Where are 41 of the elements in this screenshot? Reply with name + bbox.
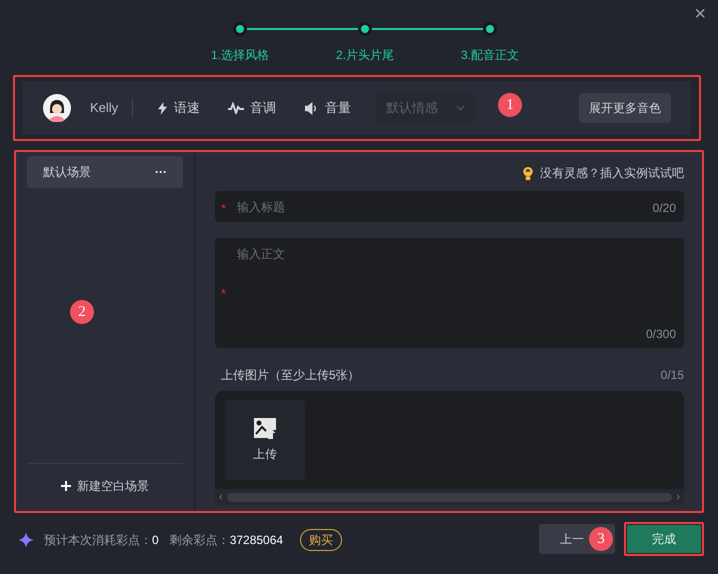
image-upload-icon — [253, 417, 277, 439]
done-button[interactable]: 完成 — [627, 525, 701, 553]
step-label: 1.选择风格 — [210, 47, 270, 64]
balance-value: 37285064 — [230, 532, 284, 549]
placeholder-text: 输入标题 — [237, 199, 285, 216]
more-button[interactable]: ··· — [155, 163, 167, 181]
upload-button[interactable]: 上传 — [225, 400, 305, 480]
upload-count: 0/15 — [660, 367, 684, 384]
inspiration-link[interactable]: 没有灵感？插入实例试试吧 — [540, 164, 684, 182]
placeholder-text: 输入正文 — [237, 246, 285, 263]
plus-icon — [61, 480, 71, 490]
lightbulb-icon — [522, 166, 534, 180]
scroll-right-button[interactable]: › — [676, 492, 680, 502]
step-label: 2.片头片尾 — [334, 47, 395, 64]
voice-speed-button[interactable]: 语速 — [157, 98, 200, 118]
avatar-icon — [43, 94, 71, 122]
required-mark: * — [221, 200, 226, 218]
voice-pitch-button[interactable]: 音调 — [228, 98, 276, 118]
scroll-left-button[interactable]: ‹ — [219, 492, 223, 502]
scrollbar-thumb[interactable] — [226, 492, 672, 502]
scene-item[interactable]: 默认场景 ··· — [27, 156, 183, 188]
upload-label: 上传图片（至少上传5张） — [220, 367, 360, 384]
cost-value: 0 — [152, 532, 159, 549]
voice-name: Kelly — [90, 99, 118, 118]
required-mark: * — [221, 285, 226, 303]
step-label: 3.配音正文 — [460, 47, 520, 64]
close-button[interactable]: × — [694, 4, 706, 24]
sparkle-icon — [18, 532, 34, 548]
title-field[interactable]: * 输入标题 0/20 — [215, 191, 684, 222]
voice-volume-button[interactable]: 音量 — [304, 98, 352, 118]
waveform-icon — [228, 102, 244, 114]
buy-button[interactable]: 购买 — [300, 529, 342, 551]
lightning-icon — [157, 102, 168, 114]
chevron-down-icon — [456, 105, 466, 111]
body-field[interactable]: * 输入正文 0/300 — [215, 238, 684, 348]
character-count: 0/300 — [646, 326, 676, 343]
new-scene-button[interactable]: 新建空白场景 — [27, 464, 183, 507]
cost-label: 预计本次消耗彩点： — [44, 532, 152, 549]
character-count: 0/20 — [652, 200, 676, 217]
balance-label: 剩余彩点： — [170, 532, 230, 549]
more-voices-button[interactable]: 展开更多音色 — [579, 93, 671, 123]
